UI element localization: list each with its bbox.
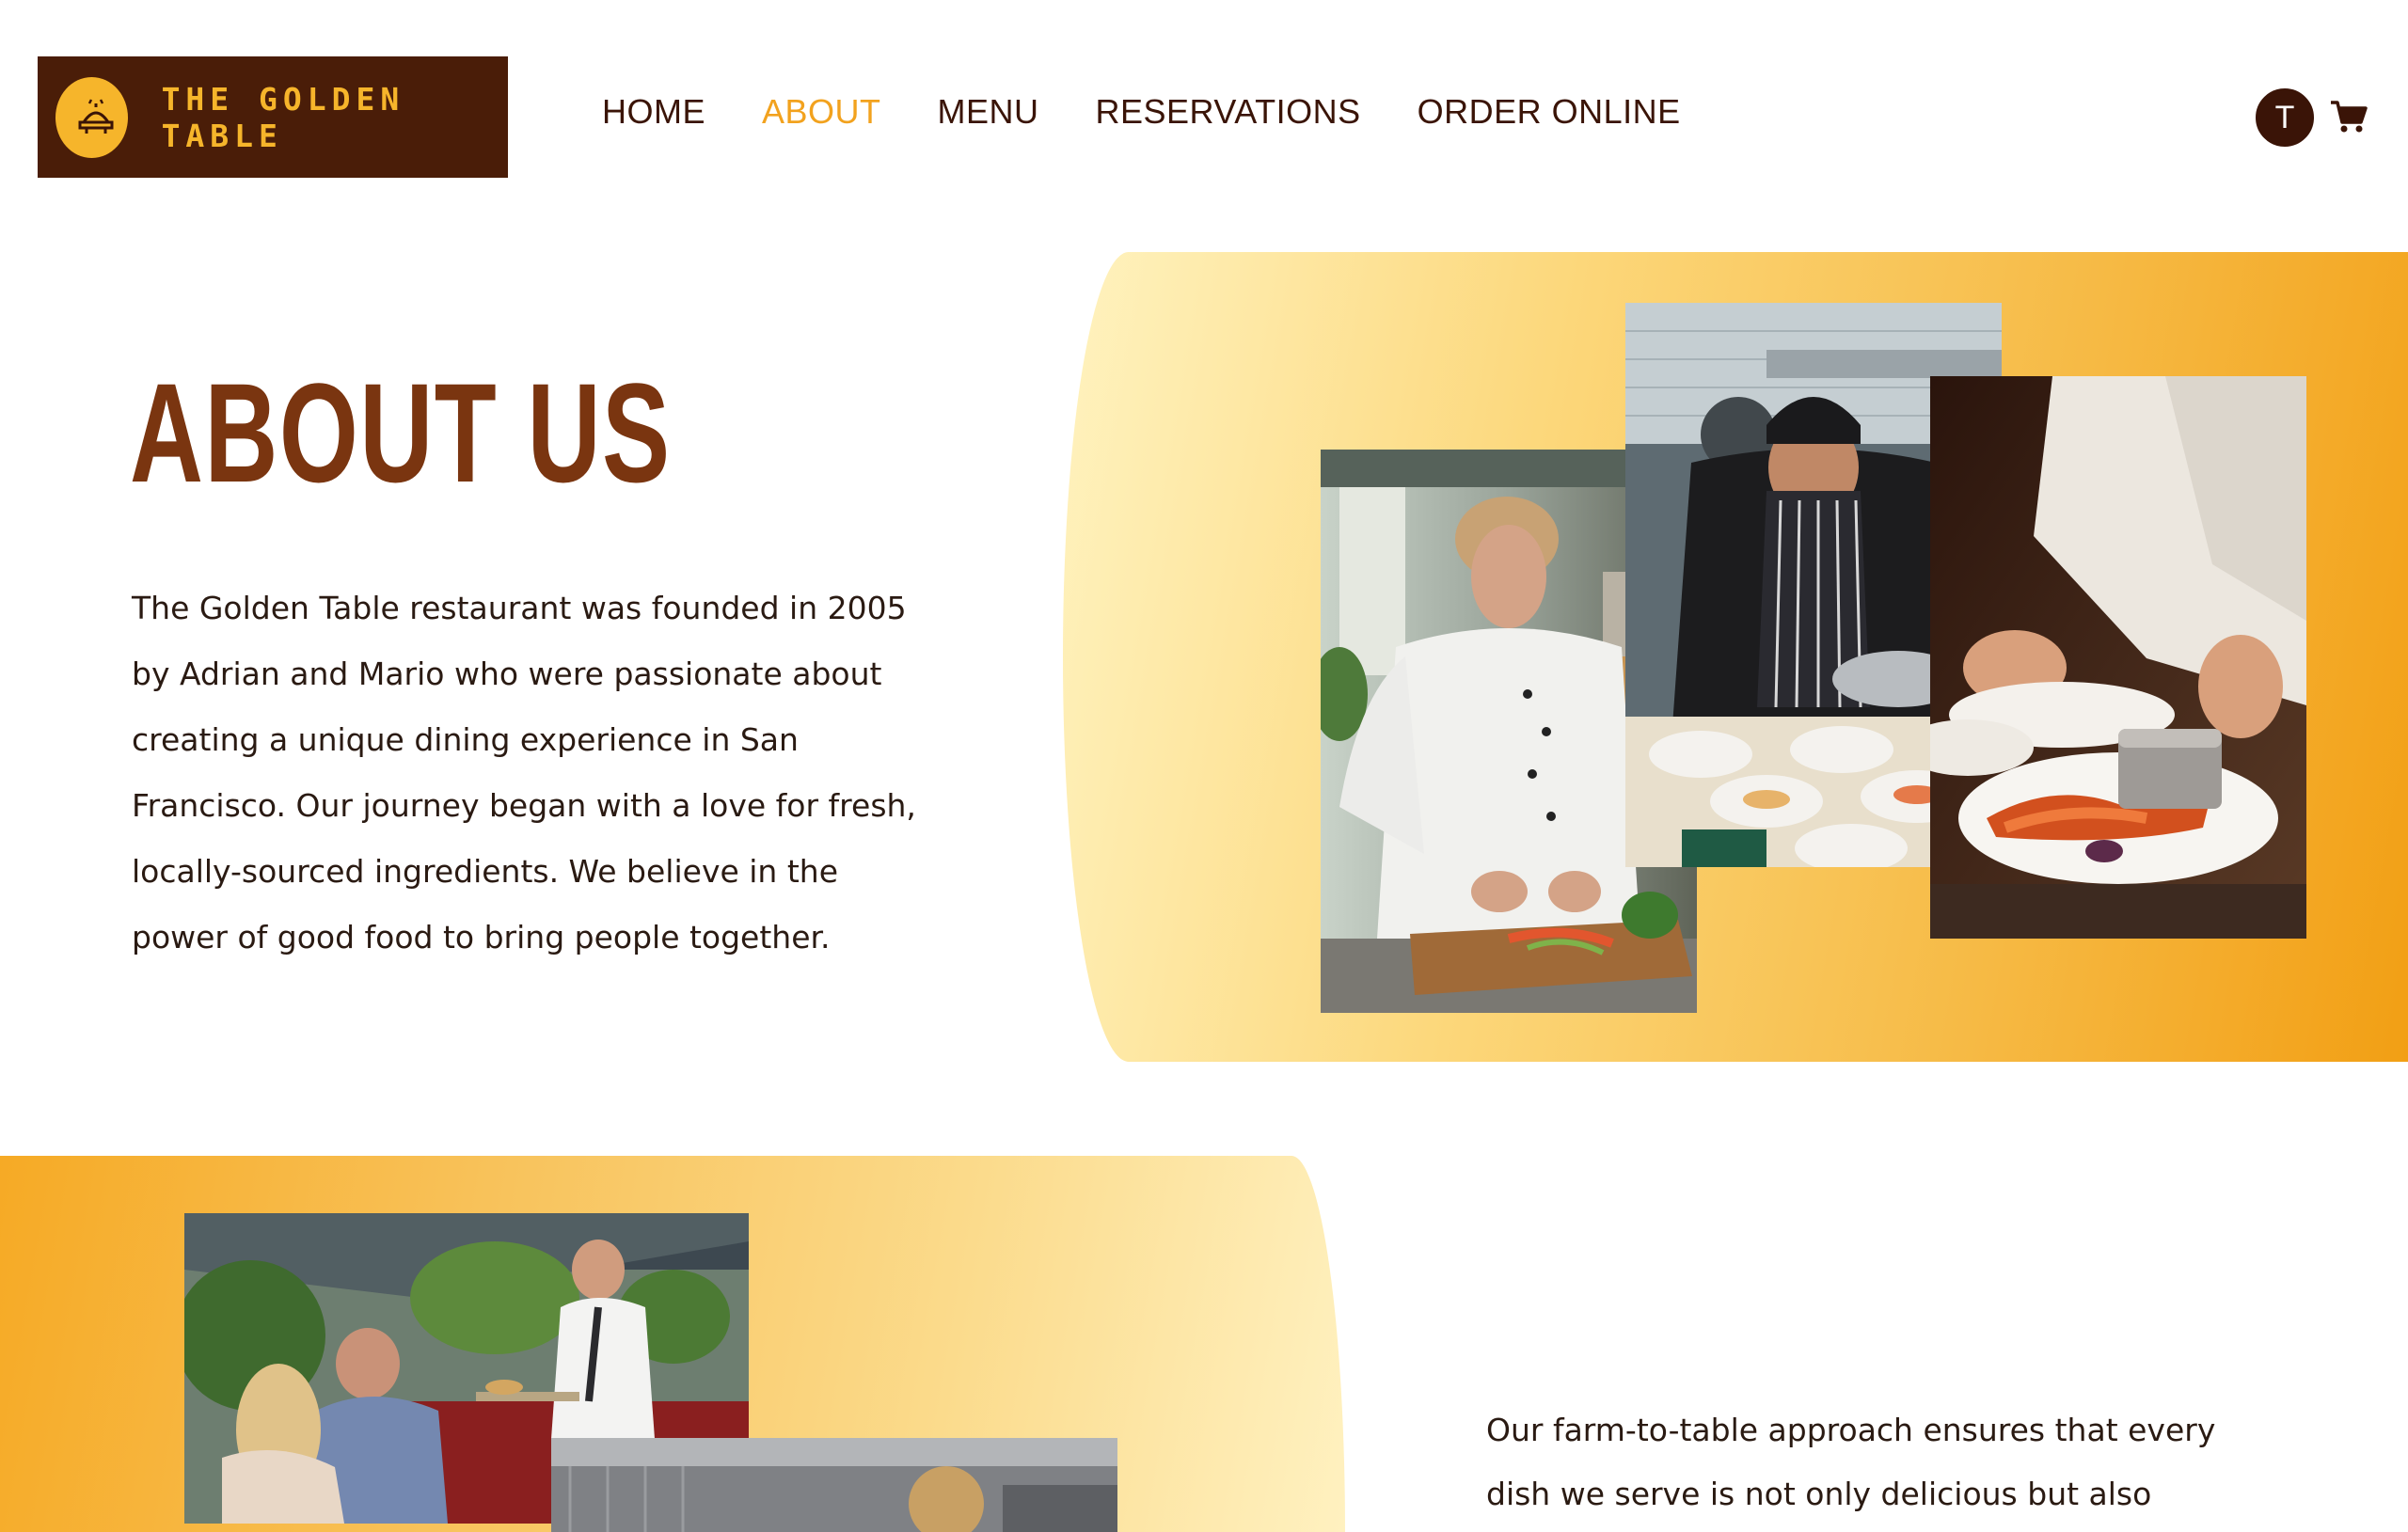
cart-icon[interactable] (2330, 100, 2368, 137)
nav-home[interactable]: HOME (602, 92, 705, 132)
user-avatar[interactable]: T (2256, 88, 2314, 147)
serving-cloche-icon (55, 76, 128, 158)
nav-reservations[interactable]: RESERVATIONS (1096, 92, 1361, 132)
page-title: ABOUT US (130, 354, 672, 512)
plating-dish-photo (1930, 376, 2306, 939)
brand-name: THE GOLDEN TABLE (161, 80, 405, 154)
main-nav: HOME ABOUT MENU RESERVATIONS ORDER ONLIN… (602, 92, 1681, 132)
nav-order-online[interactable]: ORDER ONLINE (1418, 92, 1681, 132)
farm-paragraph: Our farm-to-table approach ensures that … (1486, 1412, 2216, 1512)
nav-about[interactable]: ABOUT (762, 92, 881, 132)
about-paragraph: The Golden Table restaurant was founded … (132, 590, 916, 956)
kitchen-hood-photo (551, 1438, 1117, 1532)
brand-logo[interactable]: THE GOLDEN TABLE (38, 56, 508, 178)
site-header: THE GOLDEN TABLE HOME ABOUT MENU RESERVA… (0, 0, 2408, 235)
nav-menu[interactable]: MENU (938, 92, 1039, 132)
